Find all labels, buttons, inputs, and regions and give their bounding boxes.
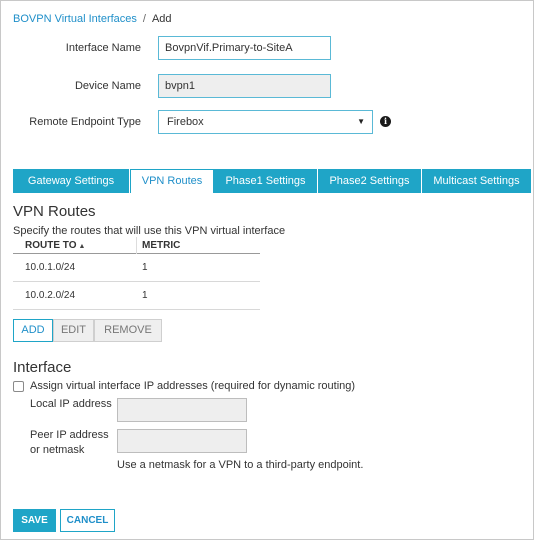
vpn-routes-description: Specify the routes that will use this VP… [13,225,286,237]
save-button[interactable]: SAVE [13,509,56,532]
chevron-down-icon: ▼ [357,117,365,126]
table-row[interactable]: 10.0.2.0/24 1 [13,282,260,310]
remote-endpoint-type-select[interactable]: Firebox ▼ [158,110,373,134]
assign-ip-checkbox[interactable] [13,381,24,392]
netmask-hint: Use a netmask for a VPN to a third-party… [117,459,364,471]
peer-ip-input[interactable] [117,429,247,453]
sort-ascending-icon: ▲ [78,243,86,250]
cancel-button[interactable]: CANCEL [60,509,115,532]
peer-ip-label: Peer IP address or netmask [30,428,109,458]
column-header-route-to-label: ROUTE TO [25,240,77,251]
vpn-routes-heading: VPN Routes [13,203,96,220]
column-header-metric[interactable]: METRIC [136,237,260,254]
interface-name-input[interactable]: BovpnVif.Primary-to-SiteA [158,36,331,60]
tab-phase2-settings[interactable]: Phase2 Settings [318,169,422,193]
interface-heading: Interface [13,359,72,376]
column-header-route-to[interactable]: ROUTE TO ▲ [25,237,85,254]
settings-tabs: Gateway Settings VPN Routes Phase1 Setti… [13,169,531,193]
breadcrumb-current: Add [151,13,172,25]
route-to-cell: 10.0.2.0/24 [25,290,76,301]
remote-endpoint-type-label: Remote Endpoint Type [29,116,141,128]
device-name-label: Device Name [74,80,141,92]
vpn-routes-table: ROUTE TO ▲ METRIC 10.0.1.0/24 1 10.0.2.0/… [13,237,260,310]
metric-cell: 1 [142,262,148,273]
tab-gateway-settings[interactable]: Gateway Settings [13,169,130,193]
dialog-frame: BOVPN Virtual Interfaces / Add Interface N… [0,0,534,540]
breadcrumb-link-bovpn-virtual-interfaces[interactable]: BOVPN Virtual Interfaces [13,13,137,25]
interface-name-label: Interface Name [65,42,141,54]
metric-cell: 1 [142,290,148,301]
local-ip-input[interactable] [117,398,247,422]
tab-phase1-settings[interactable]: Phase1 Settings [214,169,318,193]
peer-ip-label-line1: Peer IP address [30,429,109,441]
add-route-button[interactable]: ADD [13,319,53,342]
remote-endpoint-type-value: Firebox [167,116,204,128]
table-header: ROUTE TO ▲ METRIC [13,237,260,254]
table-row[interactable]: 10.0.1.0/24 1 [13,254,260,282]
breadcrumb: BOVPN Virtual Interfaces / Add [13,13,172,25]
info-circle-icon[interactable]: i [380,116,391,127]
edit-route-button[interactable]: EDIT [53,319,94,342]
remove-route-button[interactable]: REMOVE [94,319,162,342]
local-ip-label: Local IP address [30,398,112,410]
breadcrumb-separator: / [142,13,146,25]
tab-vpn-routes[interactable]: VPN Routes [130,169,214,193]
tab-multicast-settings[interactable]: Multicast Settings [422,169,531,193]
device-name-input[interactable]: bvpn1 [158,74,331,98]
assign-ip-checkbox-label[interactable]: Assign virtual interface IP addresses (r… [30,379,355,394]
peer-ip-label-line2: or netmask [30,444,85,456]
route-to-cell: 10.0.1.0/24 [25,262,76,273]
